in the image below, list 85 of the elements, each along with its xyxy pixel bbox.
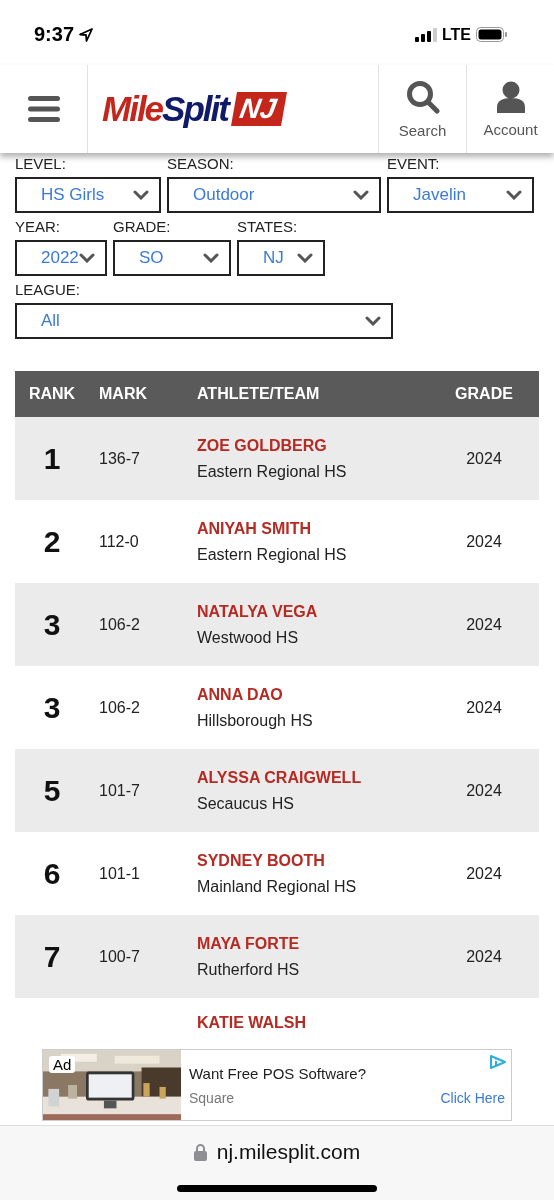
athlete-link[interactable]: ANIYAH SMITH — [197, 519, 429, 538]
athlete-link[interactable]: NATALYA VEGA — [197, 602, 429, 621]
column-header: GRADE — [454, 385, 514, 403]
filter-dropdown[interactable]: 2022 — [15, 240, 107, 276]
menu-button[interactable] — [0, 65, 88, 153]
lock-icon — [193, 1143, 207, 1161]
team-name: Hillsborough HS — [197, 711, 314, 730]
grade-value: 2024 — [466, 532, 502, 550]
ad-banner[interactable]: Ad Want Free POS Software? Square Click Here — [42, 1049, 512, 1121]
chevron-down-icon — [353, 190, 369, 200]
rank-number: 6 — [43, 856, 61, 890]
rank-number: 3 — [43, 690, 61, 724]
athlete-link[interactable]: SYDNEY BOOTH — [197, 851, 429, 870]
ad-advertiser: Square — [189, 1089, 235, 1106]
grade-value: 2024 — [466, 449, 502, 467]
account-icon — [495, 80, 526, 113]
team-name: Mainland Regional HS — [197, 877, 358, 896]
rank-number: 1 — [43, 441, 61, 475]
ranking-row[interactable]: 5 101-7 ALYSSA CRAIGWELL Secaucus HS 2024 — [15, 749, 539, 832]
rank-number: 5 — [43, 773, 61, 807]
chevron-down-icon — [79, 253, 95, 263]
location-arrow-icon — [78, 26, 95, 43]
ranking-row[interactable]: 3 106-2 NATALYA VEGA Westwood HS 2024 — [15, 583, 539, 666]
athlete-link[interactable]: ALYSSA CRAIGWELL — [197, 768, 429, 787]
ad-badge: Ad — [49, 1056, 76, 1073]
mark-value: 106-2 — [99, 615, 140, 633]
column-header: RANK — [27, 385, 77, 403]
filter-dropdown[interactable]: HS Girls — [15, 177, 161, 213]
athlete-link[interactable]: KATIE WALSH — [197, 1014, 539, 1032]
mark-value: 106-2 — [99, 698, 140, 716]
chevron-down-icon — [203, 253, 219, 263]
athlete-link[interactable]: MAYA FORTE — [197, 934, 429, 953]
ranking-row[interactable]: 7 100-7 MAYA FORTE Rutherford HS 2024 — [15, 915, 539, 998]
filter-label: SEASON: — [167, 155, 235, 172]
mark-value: 101-7 — [99, 781, 140, 799]
filter-dropdown[interactable]: SO — [113, 240, 231, 276]
grade-value: 2024 — [466, 698, 502, 716]
team-name: Eastern Regional HS — [197, 545, 348, 564]
mark-value: 136-7 — [99, 449, 140, 467]
ad-link[interactable]: Click Here — [440, 1089, 505, 1106]
url-text: nj.milesplit.com — [216, 1140, 361, 1164]
filter-label: STATES: — [237, 218, 299, 235]
team-name: Rutherford HS — [197, 960, 301, 979]
site-logo[interactable]: MileSplit NJ — [102, 89, 284, 129]
athlete-link[interactable]: ZOE GOLDBERG — [197, 436, 429, 455]
filter-dropdown[interactable]: All — [15, 303, 393, 339]
filter-label: EVENT: — [387, 155, 441, 172]
filter-label: LEAGUE: — [15, 281, 82, 298]
ad-title: Want Free POS Software? — [189, 1064, 367, 1082]
filter-label: LEVEL: — [15, 155, 67, 172]
team-name: Eastern Regional HS — [197, 462, 348, 481]
column-header: MARK — [98, 385, 148, 403]
mark-value: 100-7 — [99, 947, 140, 965]
rank-number: 7 — [43, 939, 61, 973]
filter-dropdown[interactable]: Outdoor — [167, 177, 381, 213]
column-header: ATHLETE/TEAM — [197, 385, 321, 403]
browser-address-bar[interactable]: nj.milesplit.com — [0, 1125, 554, 1200]
account-button[interactable]: Account — [466, 65, 554, 153]
grade-value: 2024 — [466, 864, 502, 882]
grade-value: 2024 — [466, 781, 502, 799]
mark-value: 112-0 — [99, 532, 139, 550]
chevron-down-icon — [133, 190, 149, 200]
battery-icon — [476, 27, 508, 42]
team-name: Westwood HS — [197, 628, 300, 647]
ranking-row[interactable]: 1 136-7 ZOE GOLDBERG Eastern Regional HS 2024 — [15, 417, 539, 500]
team-name: Secaucus HS — [197, 794, 295, 813]
filter-label: YEAR: — [15, 218, 61, 235]
filter-dropdown[interactable]: Javelin — [387, 177, 534, 213]
filter-dropdown[interactable]: NJ — [237, 240, 325, 276]
mark-value: 101-1 — [99, 864, 140, 882]
network-label: LTE — [441, 25, 471, 44]
rank-number: 3 — [43, 607, 61, 641]
chevron-down-icon — [506, 190, 522, 200]
athlete-link[interactable]: ANNA DAO — [197, 685, 429, 704]
search-button[interactable]: Search — [378, 65, 466, 153]
filter-label: GRADE: — [113, 218, 172, 235]
chevron-down-icon — [297, 253, 313, 263]
menu-icon — [27, 96, 60, 122]
grade-value: 2024 — [466, 947, 502, 965]
rank-number: 2 — [43, 524, 61, 558]
status-time: 9:37 — [34, 23, 75, 46]
search-icon — [405, 79, 440, 114]
signal-icon — [414, 27, 437, 42]
chevron-down-icon — [365, 316, 381, 326]
grade-value: 2024 — [466, 615, 502, 633]
